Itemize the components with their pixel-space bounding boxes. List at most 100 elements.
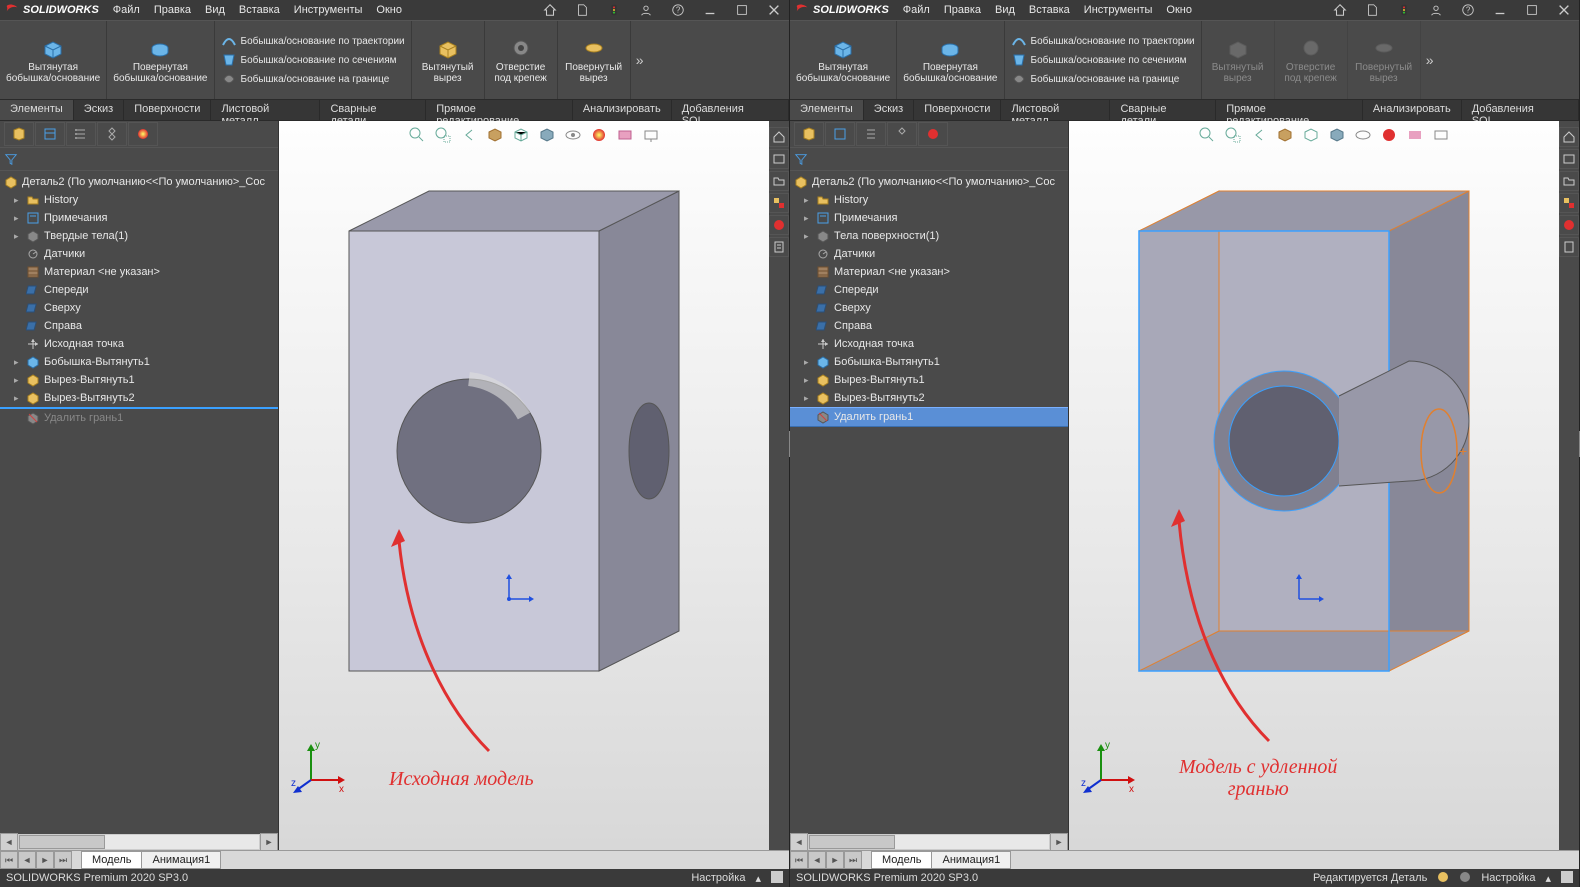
minimize-icon[interactable] [699, 2, 721, 18]
minimize-icon[interactable] [1489, 2, 1511, 18]
tree-item[interactable]: Материал <не указан> [790, 263, 1068, 281]
help-icon[interactable]: ? [667, 2, 689, 18]
tree-item[interactable]: ▸Вырез-Вытянуть2 [0, 389, 278, 409]
zoom-area-icon[interactable] [433, 125, 453, 145]
zoom-fit-icon[interactable] [407, 125, 427, 145]
edit-appearance-icon[interactable] [589, 125, 609, 145]
ribbon-revolved-boss[interactable]: Повернутая бобышка/основание [107, 21, 214, 99]
taskpane-library-icon[interactable] [1559, 149, 1579, 169]
render-icon[interactable] [128, 122, 158, 146]
user-icon[interactable] [1425, 2, 1447, 18]
tree-filter[interactable] [0, 148, 278, 171]
menu-tools[interactable]: Инструменты [288, 2, 369, 18]
tree-item[interactable]: Сверху [0, 299, 278, 317]
chevron-up-icon[interactable]: ▴ [1545, 872, 1551, 885]
tree-scrollbar[interactable]: ◄► [790, 834, 1068, 850]
maximize-icon[interactable] [731, 2, 753, 18]
display-style-icon[interactable] [537, 125, 557, 145]
tree-item[interactable]: ▸Бобышка-Вытянуть1 [790, 353, 1068, 371]
feature-manager-icon[interactable] [794, 122, 824, 146]
close-icon[interactable] [763, 2, 785, 18]
chevron-up-icon[interactable]: ▴ [755, 872, 761, 885]
tree-item[interactable]: Удалить грань1 [790, 407, 1068, 427]
tree-item[interactable]: Спереди [0, 281, 278, 299]
tab-weldments[interactable]: Сварные детали [320, 100, 426, 120]
menu-window[interactable]: Окно [370, 2, 408, 18]
status-custom[interactable]: Настройка [691, 872, 745, 884]
display-style-icon[interactable] [1327, 125, 1347, 145]
home-icon[interactable] [1329, 2, 1351, 18]
ribbon-overflow-icon[interactable]: » [1421, 21, 1439, 99]
traffic-light-icon[interactable] [1393, 2, 1415, 18]
menu-view[interactable]: Вид [199, 2, 231, 18]
hide-show-icon[interactable] [1353, 125, 1373, 145]
tree-item[interactable]: Спереди [790, 281, 1068, 299]
document-icon[interactable] [1361, 2, 1383, 18]
ribbon-extruded-boss[interactable]: Вытянутая бобышка/основание [790, 21, 897, 99]
tab-elements[interactable]: Элементы [0, 100, 74, 120]
close-icon[interactable] [1553, 2, 1575, 18]
viewport-right[interactable]: + y x z Модель с удленной гранью [1069, 121, 1579, 850]
tree-item[interactable]: Справа [790, 317, 1068, 335]
tree-filter[interactable] [790, 148, 1068, 171]
tree-item[interactable]: ▸Вырез-Вытянуть1 [0, 371, 278, 389]
property-manager-icon[interactable] [825, 122, 855, 146]
tree-item[interactable]: Удалить грань1 [0, 409, 278, 427]
btab-animation[interactable]: Анимация1 [931, 851, 1011, 869]
menu-edit[interactable]: Правка [148, 2, 197, 18]
btab-last-icon[interactable]: ⏭ [54, 851, 72, 869]
previous-view-icon[interactable] [459, 125, 479, 145]
menu-window[interactable]: Окно [1160, 2, 1198, 18]
taskpane-home-icon[interactable] [1559, 127, 1579, 147]
hide-show-icon[interactable] [563, 125, 583, 145]
status-custom[interactable]: Настройка [1481, 872, 1535, 884]
tab-addins[interactable]: Добавления SOL... [672, 100, 789, 120]
tree-item[interactable]: ▸Примечания [790, 209, 1068, 227]
config-manager-icon[interactable] [66, 122, 96, 146]
status-flag-icon[interactable] [771, 871, 783, 886]
ribbon-lofted-boss[interactable]: Бобышка/основание по сечениям [1009, 51, 1197, 69]
tab-surfaces[interactable]: Поверхности [914, 100, 1001, 120]
menu-tools[interactable]: Инструменты [1078, 2, 1159, 18]
dimxpert-icon[interactable] [97, 122, 127, 146]
ribbon-extruded-cut[interactable]: Вытянутый вырез [412, 21, 485, 99]
section-view-icon[interactable] [1275, 125, 1295, 145]
view-settings-icon[interactable] [641, 125, 661, 145]
taskpane-explorer-icon[interactable] [1559, 171, 1579, 191]
tree-root[interactable]: Деталь2 (По умолчанию<<По умолчанию>_Сос [790, 173, 1068, 191]
traffic-light-icon[interactable] [603, 2, 625, 18]
btab-last-icon[interactable]: ⏭ [844, 851, 862, 869]
ribbon-boundary-boss[interactable]: Бобышка/основание на границе [1009, 70, 1197, 88]
previous-view-icon[interactable] [1249, 125, 1269, 145]
render-icon[interactable] [918, 122, 948, 146]
tab-sketch[interactable]: Эскиз [74, 100, 124, 120]
tree-item[interactable]: Сверху [790, 299, 1068, 317]
orientation-triad[interactable]: y x z [291, 738, 351, 798]
tab-addins[interactable]: Добавления SOL... [1462, 100, 1579, 120]
view-settings-icon[interactable] [1431, 125, 1451, 145]
dimxpert-icon[interactable] [887, 122, 917, 146]
tree-item[interactable]: ▸Твердые тела(1) [0, 227, 278, 245]
ribbon-lofted-boss[interactable]: Бобышка/основание по сечениям [219, 51, 407, 69]
user-icon[interactable] [635, 2, 657, 18]
btab-next-icon[interactable]: ► [36, 851, 54, 869]
tab-direct-edit[interactable]: Прямое редактирование [1216, 100, 1363, 120]
taskpane-home-icon[interactable] [769, 127, 789, 147]
tree-item[interactable]: ▸Тела поверхности(1) [790, 227, 1068, 245]
taskpane-view-icon[interactable] [1559, 193, 1579, 213]
ribbon-swept-boss[interactable]: Бобышка/основание по траектории [219, 32, 407, 50]
zoom-area-icon[interactable] [1223, 125, 1243, 145]
tree-item[interactable]: Справа [0, 317, 278, 335]
menu-insert[interactable]: Вставка [1023, 2, 1076, 18]
taskpane-props-icon[interactable] [769, 237, 789, 257]
ribbon-overflow-icon[interactable]: » [631, 21, 649, 99]
tab-surfaces[interactable]: Поверхности [124, 100, 211, 120]
viewport-left[interactable]: y x z Исходная модель [279, 121, 789, 850]
menu-file[interactable]: Файл [897, 2, 936, 18]
taskpane-props-icon[interactable] [1559, 237, 1579, 257]
tree-item[interactable]: Датчики [790, 245, 1068, 263]
tree-item[interactable]: Исходная точка [790, 335, 1068, 353]
menu-view[interactable]: Вид [989, 2, 1021, 18]
btab-prev-icon[interactable]: ◄ [808, 851, 826, 869]
status-flag-icon[interactable] [1561, 871, 1573, 886]
